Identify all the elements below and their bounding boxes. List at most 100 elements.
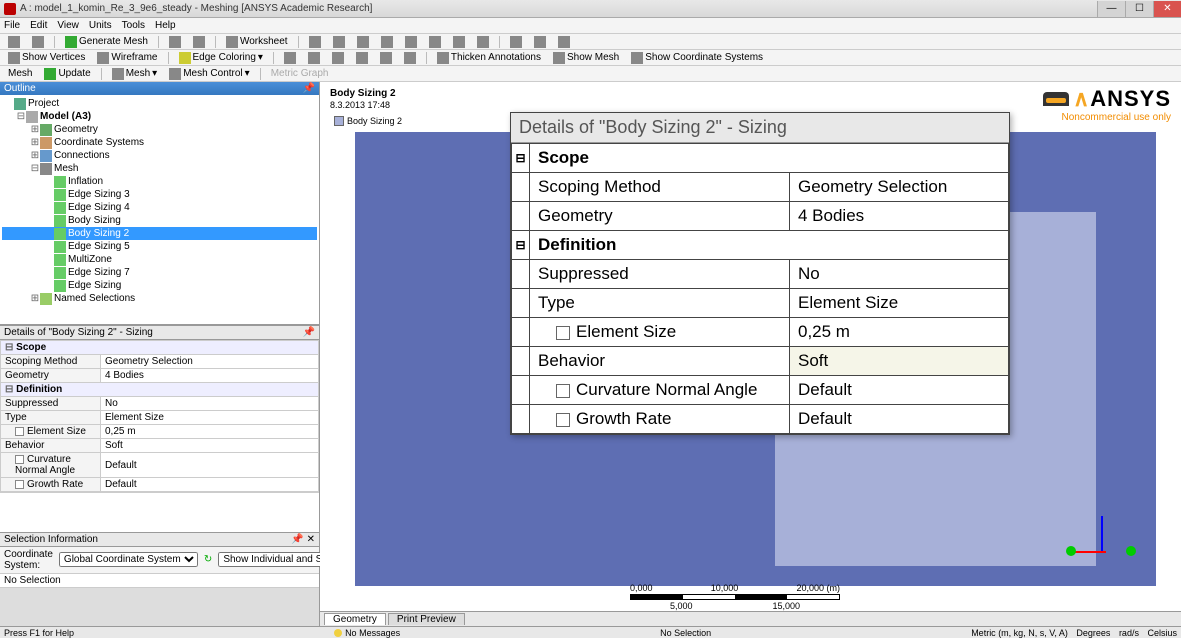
wireframe-button[interactable]: Wireframe — [93, 52, 161, 64]
menu-file[interactable]: File — [4, 20, 20, 31]
tool-generic[interactable] — [329, 36, 349, 48]
tab-geometry[interactable]: Geometry — [324, 613, 386, 625]
tree-body-sizing-2[interactable]: Body Sizing 2 — [68, 227, 129, 240]
panel-pin-icon[interactable]: 📌 — [303, 327, 315, 338]
viewport-tabs: Geometry Print Preview — [320, 611, 1181, 626]
update-button[interactable]: Update — [40, 68, 94, 80]
mesh-dropdown[interactable]: Mesh ▾ — [108, 68, 161, 80]
detail-geometry[interactable]: 4 Bodies — [101, 369, 319, 383]
tool-generic[interactable] — [165, 36, 185, 48]
panel-pin-icon[interactable]: 📌 — [303, 83, 315, 94]
tree-edge-4[interactable]: Edge Sizing 4 — [68, 201, 130, 214]
tree-mesh[interactable]: Mesh — [54, 162, 78, 175]
generate-mesh-button[interactable]: Generate Mesh — [61, 36, 152, 48]
tool-generic[interactable] — [473, 36, 493, 48]
tool-generic[interactable] — [305, 36, 325, 48]
panel-close-icon[interactable]: ✕ — [307, 534, 315, 545]
tree-edge-7[interactable]: Edge Sizing 7 — [68, 266, 130, 279]
tool-edge[interactable] — [352, 52, 372, 64]
toolbar-1: Generate Mesh Worksheet — [0, 34, 1181, 50]
tree-multizone[interactable]: MultiZone — [68, 253, 112, 266]
detail-curvature[interactable]: Default — [101, 453, 319, 478]
details-overlay: Details of "Body Sizing 2" - Sizing ⊟Sco… — [510, 112, 1010, 435]
tree-model[interactable]: Model (A3) — [40, 110, 91, 123]
tool-edge[interactable] — [304, 52, 324, 64]
tool-generic[interactable] — [554, 36, 574, 48]
tool-generic[interactable] — [401, 36, 421, 48]
status-help: Press F1 for Help — [4, 628, 74, 638]
metric-graph-button[interactable]: Metric Graph — [267, 68, 333, 79]
triad-icon[interactable] — [1071, 516, 1131, 576]
detail-type[interactable]: Element Size — [101, 411, 319, 425]
coord-system-select[interactable]: Global Coordinate System — [59, 552, 198, 567]
detail-growth[interactable]: Default — [101, 478, 319, 492]
ov-geometry[interactable]: 4 Bodies — [790, 202, 1009, 231]
maximize-button[interactable]: ☐ — [1125, 1, 1153, 17]
tool-generic[interactable] — [449, 36, 469, 48]
ov-scoping-method[interactable]: Geometry Selection — [790, 173, 1009, 202]
thicken-annotations-button[interactable]: Thicken Annotations — [433, 52, 545, 64]
tool-edge[interactable] — [328, 52, 348, 64]
show-coord-button[interactable]: Show Coordinate Systems — [627, 52, 767, 64]
ov-element-size[interactable]: 0,25 m — [790, 318, 1009, 347]
tool-generic[interactable] — [28, 36, 48, 48]
checkbox-icon[interactable] — [556, 413, 570, 427]
show-vertices-button[interactable]: Show Vertices — [4, 52, 89, 64]
detail-suppressed[interactable]: No — [101, 397, 319, 411]
detail-element-size[interactable]: 0,25 m — [101, 425, 319, 439]
tool-edge[interactable] — [376, 52, 396, 64]
tool-generic[interactable] — [506, 36, 526, 48]
edge-coloring-button[interactable]: Edge Coloring ▾ — [175, 52, 267, 64]
tool-generic[interactable] — [4, 36, 24, 48]
tool-generic[interactable] — [530, 36, 550, 48]
viewport[interactable]: Body Sizing 2 8.3.2013 17:48 Body Sizing… — [320, 82, 1181, 626]
menubar: File Edit View Units Tools Help — [0, 18, 1181, 34]
ov-growth[interactable]: Default — [790, 405, 1009, 434]
panel-pin-icon[interactable]: 📌 — [291, 534, 303, 545]
ov-type[interactable]: Element Size — [790, 289, 1009, 318]
tool-generic[interactable] — [189, 36, 209, 48]
menu-edit[interactable]: Edit — [30, 20, 47, 31]
tool-generic[interactable] — [353, 36, 373, 48]
selection-info-header: Selection Information📌 ✕ — [0, 532, 319, 547]
menu-tools[interactable]: Tools — [122, 20, 145, 31]
tool-edge[interactable] — [280, 52, 300, 64]
tool-generic[interactable] — [377, 36, 397, 48]
minimize-button[interactable]: — — [1097, 1, 1125, 17]
tool-edge[interactable] — [400, 52, 420, 64]
status-selection: No Selection — [660, 628, 711, 638]
tool-generic[interactable] — [425, 36, 445, 48]
tree-connections[interactable]: Connections — [54, 149, 110, 162]
ansys-brand: ∧ANSYS Noncommercial use only — [1043, 86, 1171, 123]
detail-scoping-method[interactable]: Geometry Selection — [101, 355, 319, 369]
mesh-control-dropdown[interactable]: Mesh Control ▾ — [165, 68, 254, 80]
overlay-title: Details of "Body Sizing 2" - Sizing — [511, 113, 1009, 143]
refresh-icon[interactable]: ↻ — [204, 554, 212, 565]
tree-project[interactable]: Project — [28, 97, 59, 110]
tree-edge-sizing[interactable]: Edge Sizing — [68, 279, 121, 292]
checkbox-icon[interactable] — [556, 326, 570, 340]
tree-named[interactable]: Named Selections — [54, 292, 135, 305]
coord-system-label: Coordinate System: — [4, 549, 53, 571]
ov-behavior[interactable]: Soft — [790, 347, 1009, 376]
show-mesh-button[interactable]: Show Mesh — [549, 52, 623, 64]
tree-inflation[interactable]: Inflation — [68, 175, 103, 188]
checkbox-icon[interactable] — [556, 384, 570, 398]
outline-tree[interactable]: Project ⊟Model (A3) ⊞Geometry ⊞Coordinat… — [0, 95, 319, 325]
tab-print-preview[interactable]: Print Preview — [388, 613, 465, 625]
tree-coord[interactable]: Coordinate Systems — [54, 136, 144, 149]
worksheet-button[interactable]: Worksheet — [222, 36, 292, 48]
tree-geometry[interactable]: Geometry — [54, 123, 98, 136]
menu-help[interactable]: Help — [155, 20, 176, 31]
ov-suppressed[interactable]: No — [790, 260, 1009, 289]
close-button[interactable]: ✕ — [1153, 1, 1181, 17]
tree-edge-3[interactable]: Edge Sizing 3 — [68, 188, 130, 201]
tree-edge-5[interactable]: Edge Sizing 5 — [68, 240, 130, 253]
detail-behavior[interactable]: Soft — [101, 439, 319, 453]
collapse-icon[interactable]: ⊟ — [512, 231, 530, 260]
collapse-icon[interactable]: ⊟ — [512, 144, 530, 173]
ov-curvature[interactable]: Default — [790, 376, 1009, 405]
menu-units[interactable]: Units — [89, 20, 112, 31]
menu-view[interactable]: View — [57, 20, 79, 31]
tree-body-sizing[interactable]: Body Sizing — [68, 214, 121, 227]
